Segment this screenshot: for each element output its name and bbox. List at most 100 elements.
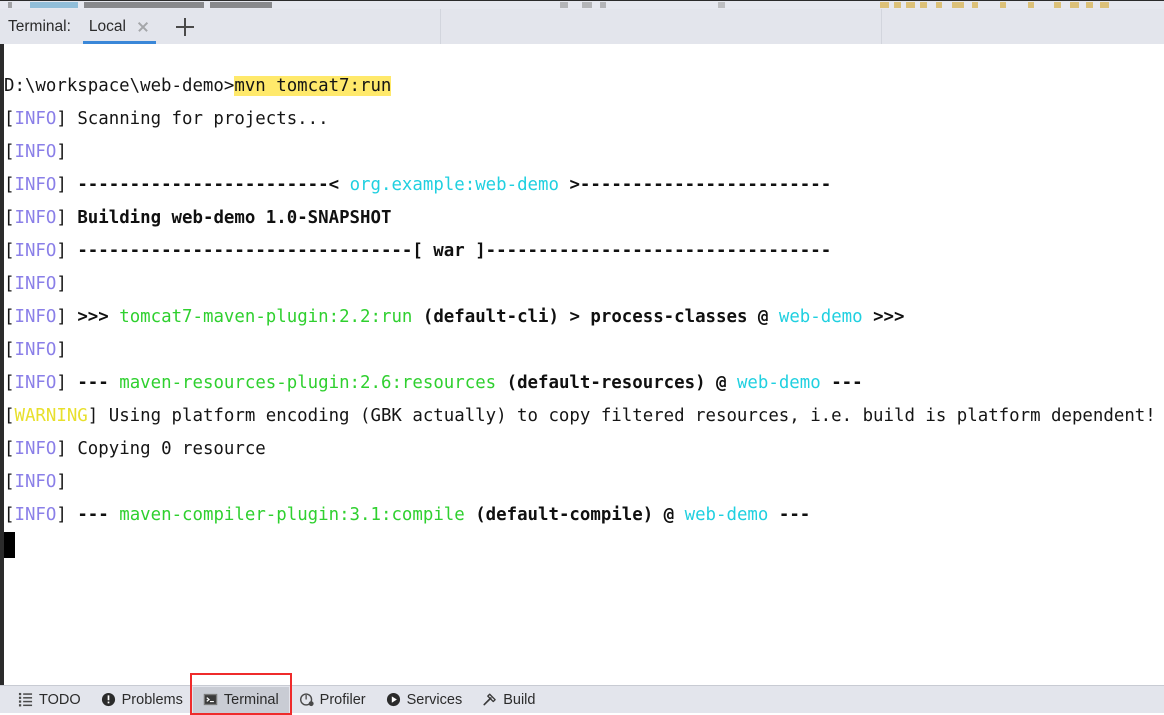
terminal-cursor-line <box>4 532 1164 565</box>
terminal-text-segment: web-demo <box>736 373 821 393</box>
tool-window-button-build[interactable]: Build <box>472 687 545 713</box>
terminal-text-segment: web-demo <box>684 505 769 525</box>
terminal-text-segment: maven-resources-plugin:2.6:resources <box>119 373 497 393</box>
terminal-text-segment: --- <box>77 505 120 525</box>
tool-window-button-services[interactable]: Services <box>376 687 473 713</box>
terminal-text-segment: ] <box>56 208 78 228</box>
terminal-text-segment: D:\workspace\web-demo> <box>4 76 235 96</box>
terminal-tab-header: Terminal: Local <box>0 9 1164 44</box>
terminal-text-segment: --- <box>820 373 863 393</box>
terminal-text-segment: ] <box>56 505 78 525</box>
tool-window-button-profiler[interactable]: Profiler <box>289 687 376 713</box>
terminal-line: [INFO] >>> tomcat7-maven-plugin:2.2:run … <box>4 301 1164 334</box>
terminal-line: [INFO] <box>4 268 1164 301</box>
tool-window-button-label: TODO <box>39 691 81 708</box>
terminal-text-segment: [ <box>4 340 15 360</box>
tool-window-bar[interactable]: TODO Problems Terminal Profiler Services Buil… <box>0 685 1164 713</box>
terminal-text-segment: [ <box>4 307 15 327</box>
terminal-text-segment: INFO <box>14 274 57 294</box>
terminal-text-segment: [ <box>4 142 15 162</box>
tool-window-button-todo[interactable]: TODO <box>8 687 91 713</box>
terminal-text-segment: INFO <box>14 241 57 261</box>
terminal-text-segment: ] Copying 0 resource <box>56 439 266 459</box>
terminal-text-segment: ] <box>56 340 78 360</box>
terminal-text-segment: INFO <box>14 208 57 228</box>
terminal-line: [INFO] <box>4 136 1164 169</box>
terminal-text-segment: [ <box>4 373 15 393</box>
terminal-text-segment: [ <box>4 109 15 129</box>
terminal-tab-label: Local <box>88 17 126 35</box>
terminal-lines: D:\workspace\web-demo>mvn tomcat7:run [IN… <box>4 70 1164 565</box>
terminal-text-segment: INFO <box>14 109 57 129</box>
terminal-line: [WARNING] Using platform encoding (GBK a… <box>4 400 1164 433</box>
terminal-text-segment: (default-compile) @ <box>464 505 685 525</box>
terminal-text-segment: ] Scanning for projects... <box>56 109 329 129</box>
tool-window-button-problems[interactable]: Problems <box>91 687 193 713</box>
terminal-text-segment: INFO <box>14 373 57 393</box>
tool-window-button-label: Problems <box>121 691 183 708</box>
terminal-text-segment: [ <box>4 208 15 228</box>
terminal-text-segment: ] <box>56 274 78 294</box>
terminal-text-segment: INFO <box>14 307 57 327</box>
terminal-text-segment: ] <box>56 307 78 327</box>
terminal-text-segment: Building web-demo 1.0-SNAPSHOT <box>77 208 392 228</box>
ide-terminal-screenshot: Terminal: Local D:\workspace\web-demo>mv… <box>0 0 1164 715</box>
terminal-line: [INFO] Building web-demo 1.0-SNAPSHOT <box>4 202 1164 235</box>
terminal-text-segment: INFO <box>14 505 57 525</box>
tool-window-button-label: Build <box>503 691 536 708</box>
terminal-text-segment: [ <box>4 274 15 294</box>
terminal-line: D:\workspace\web-demo>mvn tomcat7:run <box>4 70 1164 103</box>
header-divider-1 <box>440 9 441 44</box>
terminal-text-segment: maven-compiler-plugin:3.1:compile <box>119 505 465 525</box>
terminal-header-label: Terminal: <box>8 17 71 35</box>
header-divider-2 <box>881 9 882 44</box>
terminal-text-segment: ] Using platform encoding (GBK actually)… <box>87 406 1156 426</box>
error-icon <box>101 692 115 707</box>
terminal-text-segment: (default-cli) > process-classes @ <box>412 307 779 327</box>
terminal-line: [INFO] <box>4 466 1164 499</box>
terminal-line: [INFO] --- maven-resources-plugin:2.6:re… <box>4 367 1164 400</box>
profiler-icon <box>299 693 314 707</box>
terminal-text-segment: --- <box>768 505 811 525</box>
terminal-text-segment: >------------------------ <box>558 175 832 195</box>
plus-icon[interactable] <box>175 17 194 36</box>
terminal-text-segment: org.example:web-demo <box>349 175 559 195</box>
terminal-text-segment: [ <box>4 406 15 426</box>
terminal-text-segment: INFO <box>14 175 57 195</box>
terminal-text-segment: ] <box>56 241 78 261</box>
tool-window-button-label: Terminal <box>223 691 279 708</box>
close-icon[interactable] <box>136 20 150 34</box>
terminal-tab-local[interactable]: Local <box>75 9 158 44</box>
terminal-output-panel[interactable]: D:\workspace\web-demo>mvn tomcat7:run [IN… <box>0 44 1164 685</box>
terminal-line: [INFO] Scanning for projects... <box>4 103 1164 136</box>
terminal-text-segment: ] <box>56 175 78 195</box>
terminal-line: [INFO] <box>4 334 1164 367</box>
terminal-text-segment: (default-resources) @ <box>496 373 737 393</box>
terminal-line: [INFO] --------------------------------[… <box>4 235 1164 268</box>
terminal-text-segment: INFO <box>14 142 57 162</box>
tool-window-button-label: Profiler <box>319 691 366 708</box>
tool-window-button-label: Services <box>406 691 463 708</box>
terminal-text-segment: [ <box>4 505 15 525</box>
terminal-line: [INFO] Copying 0 resource <box>4 433 1164 466</box>
terminal-text-segment: [ <box>4 472 15 492</box>
tool-window-button-terminal[interactable]: Terminal <box>192 686 289 713</box>
terminal-text-segment: [ <box>4 241 15 261</box>
terminal-line: [INFO] --- maven-compiler-plugin:3.1:com… <box>4 499 1164 532</box>
terminal-text-segment: ] <box>56 472 78 492</box>
terminal-text-segment: WARNING <box>14 406 88 426</box>
terminal-text-segment: INFO <box>14 340 57 360</box>
terminal-text-segment: [ <box>4 175 15 195</box>
terminal-line: [INFO] ------------------------< org.exa… <box>4 169 1164 202</box>
terminal-cursor <box>4 532 15 558</box>
terminal-text-segment: mvn tomcat7:run <box>234 76 392 96</box>
terminal-text-segment: web-demo <box>778 307 863 327</box>
terminal-text-segment: tomcat7-maven-plugin:2.2:run <box>119 307 413 327</box>
terminal-text-segment: ] <box>56 373 78 393</box>
terminal-icon <box>203 693 218 706</box>
hammer-icon <box>483 693 497 706</box>
terminal-text-segment: INFO <box>14 439 57 459</box>
terminal-text-segment: ] <box>56 142 78 162</box>
list-icon <box>18 692 33 707</box>
terminal-text-segment: [ <box>4 439 15 459</box>
